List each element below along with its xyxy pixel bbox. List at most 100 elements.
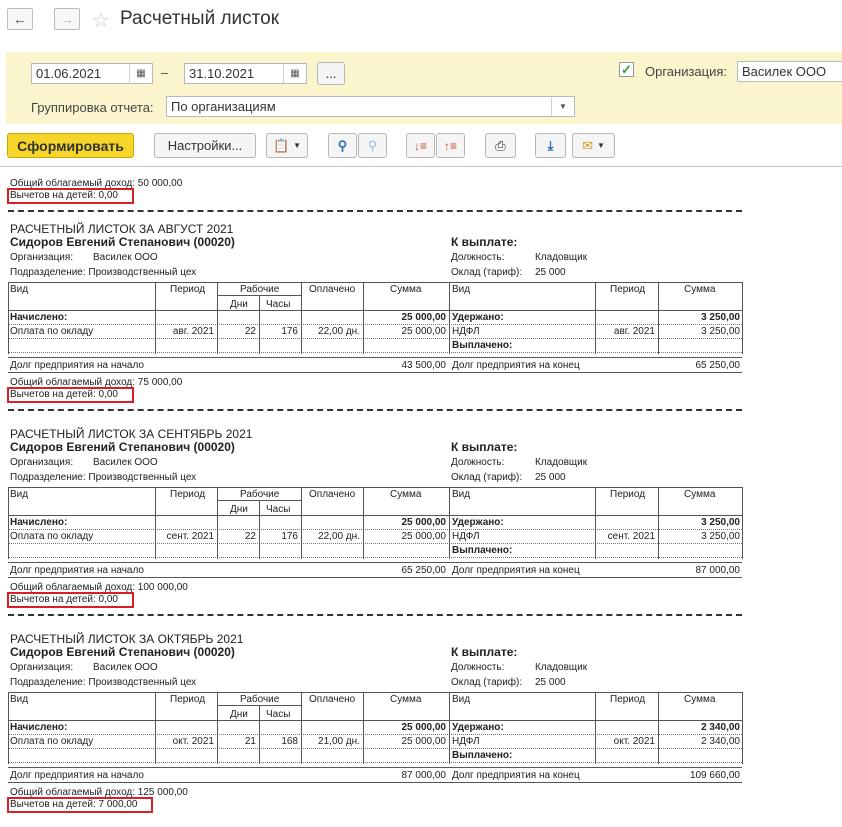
arrow-left-icon: ← — [13, 11, 27, 27]
table-cell: 176 — [281, 531, 298, 542]
table-line — [8, 562, 742, 563]
save-button[interactable]: ⤓ — [535, 133, 566, 158]
table-line — [8, 515, 742, 516]
department-label: Подразделение: Производственный цех — [10, 267, 197, 278]
table-line — [595, 282, 596, 310]
salary-label: Оклад (тариф): — [451, 677, 523, 688]
table-line — [742, 282, 743, 310]
table-line — [155, 692, 156, 720]
children-deduction: Вычетов на детей: 0,00 — [10, 594, 118, 605]
column-header: Оплачено — [309, 694, 356, 705]
table-cell: 25 000,00 — [401, 531, 447, 542]
table-cell: окт. 2021 — [613, 736, 655, 747]
back-button[interactable]: ← — [7, 8, 33, 30]
table-line — [301, 310, 302, 354]
chevron-down-icon: ▼ — [596, 141, 605, 150]
table-cell: 168 — [281, 736, 298, 747]
sheet-separator — [8, 409, 742, 411]
debt-start-value: 65 250,00 — [401, 565, 447, 576]
search-next-button[interactable]: ⚲ — [358, 133, 387, 158]
period-select-button[interactable]: ... — [317, 62, 345, 85]
table-line — [658, 487, 659, 515]
generate-button[interactable]: Сформировать — [7, 133, 134, 158]
debt-start-label: Долг предприятия на начало — [10, 565, 144, 576]
department-label: Подразделение: Производственный цех — [10, 472, 197, 483]
date-to-field[interactable]: 31.10.2021 ▦ — [184, 63, 307, 84]
table-line — [595, 487, 596, 515]
table-cell: 21 — [244, 736, 256, 747]
table-line — [217, 720, 218, 764]
calendar-icon[interactable]: ▦ — [283, 64, 306, 83]
children-deduction: Вычетов на детей: 0,00 — [10, 389, 118, 400]
table-line — [449, 692, 450, 720]
table-line — [155, 282, 156, 310]
debt-start-value: 43 500,00 — [401, 360, 447, 371]
table-line — [8, 782, 742, 783]
withheld-label: Удержано: — [452, 517, 504, 528]
dropdown-arrow-icon[interactable]: ▼ — [551, 97, 574, 116]
salary-label: Оклад (тариф): — [451, 472, 523, 483]
organization-field[interactable]: Василек ООО — [737, 61, 842, 82]
position-label: Должность: — [451, 457, 505, 468]
table-line — [217, 487, 218, 515]
table-line — [259, 720, 260, 764]
table-line — [363, 310, 364, 354]
table-cell: 25 000,00 — [401, 736, 447, 747]
column-header: Вид — [10, 694, 29, 705]
table-line — [301, 487, 302, 515]
search-button[interactable]: ⚲ — [328, 133, 357, 158]
print-button[interactable]: ⎙ — [485, 133, 516, 158]
table-line — [8, 372, 742, 373]
forward-button[interactable]: → — [54, 8, 80, 30]
collapse-groups-button[interactable]: ↑≡ — [436, 133, 465, 158]
paid-label: Выплачено: — [452, 750, 513, 761]
date-from-field[interactable]: 01.06.2021 ▦ — [31, 63, 153, 84]
column-header: Часы — [266, 299, 291, 310]
column-header: Вид — [452, 489, 471, 500]
children-deduction: Вычетов на детей: 7 000,00 — [10, 799, 138, 810]
table-cell: 22 — [244, 531, 256, 542]
salary-label: Оклад (тариф): — [451, 267, 523, 278]
position-label: Должность: — [451, 662, 505, 673]
to-pay-label: К выплате: — [451, 645, 518, 659]
column-header: Дни — [230, 299, 248, 310]
table-line — [8, 515, 9, 559]
table-row: НДФЛ — [452, 736, 480, 747]
table-line — [217, 692, 218, 720]
expand-groups-button[interactable]: ↓≡ — [406, 133, 435, 158]
table-row: Оплата по окладу — [10, 531, 94, 542]
table-cell: 21,00 дн. — [318, 736, 360, 747]
employee-name: Сидоров Евгений Степанович (00020) — [10, 235, 235, 249]
organization-label: Организация: — [10, 252, 74, 263]
accrued-label: Начислено: — [10, 312, 68, 323]
table-cell: авг. 2021 — [172, 326, 214, 337]
table-cell: 3 250,00 — [701, 326, 740, 337]
star-icon[interactable]: ☆ — [92, 8, 110, 33]
variants-button[interactable]: 📋 ▼ — [266, 133, 308, 158]
table-cell: окт. 2021 — [172, 736, 214, 747]
send-button[interactable]: ✉ ▼ — [572, 133, 615, 158]
sort-descending-icon: ↓≡ — [413, 138, 427, 153]
grouping-select[interactable]: По организациям ▼ — [166, 96, 575, 117]
table-line — [8, 577, 742, 578]
calendar-icon[interactable]: ▦ — [129, 64, 152, 83]
table-cell: 176 — [281, 326, 298, 337]
table-line — [658, 692, 659, 720]
settings-button[interactable]: Настройки... — [154, 133, 256, 158]
table-line — [8, 767, 742, 768]
organization-checkbox[interactable]: ✓ — [619, 62, 634, 77]
table-cell: 2 340,00 — [701, 736, 740, 747]
organization-value: Василек ООО — [93, 457, 158, 468]
table-line — [8, 720, 9, 764]
withheld-total: 3 250,00 — [701, 312, 740, 323]
position-value: Кладовщик — [535, 457, 588, 468]
table-line — [8, 762, 742, 763]
table-cell: 25 000,00 — [401, 326, 447, 337]
search-icon: ⚲ — [337, 137, 348, 153]
employee-name: Сидоров Евгений Степанович (00020) — [10, 440, 235, 454]
column-header: Сумма — [390, 694, 422, 705]
table-line — [595, 692, 596, 720]
date-dash: – — [161, 65, 169, 80]
table-line — [301, 282, 302, 310]
table-line — [155, 720, 156, 764]
